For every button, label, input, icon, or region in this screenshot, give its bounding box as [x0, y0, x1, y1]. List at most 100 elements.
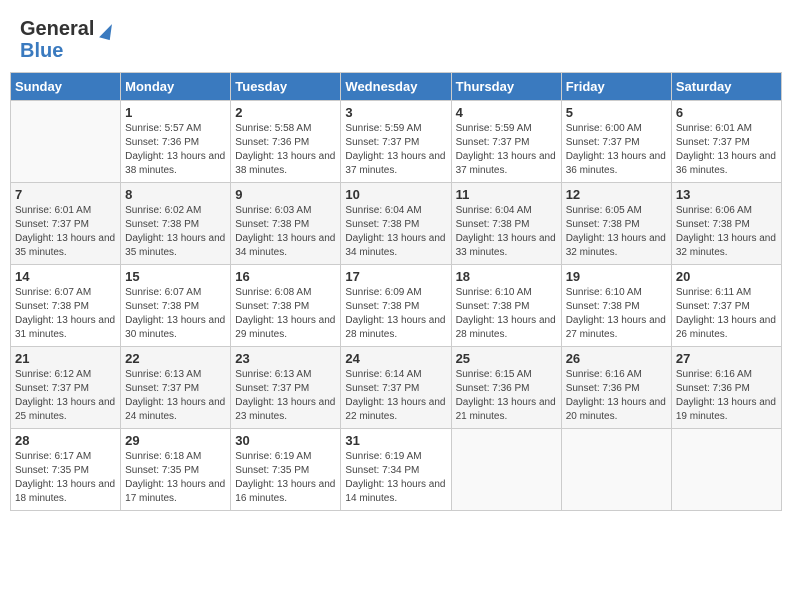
calendar-cell: 10 Sunrise: 6:04 AMSunset: 7:38 PMDayligh…: [341, 183, 451, 265]
calendar-cell: [671, 429, 781, 511]
calendar-cell: 15 Sunrise: 6:07 AMSunset: 7:38 PMDayligh…: [121, 265, 231, 347]
day-number: 1: [125, 105, 226, 120]
cell-info: Sunrise: 6:07 AMSunset: 7:38 PMDaylight:…: [125, 286, 226, 342]
calendar-cell: 6 Sunrise: 6:01 AMSunset: 7:37 PMDaylight…: [671, 101, 781, 183]
calendar-table: SundayMondayTuesdayWednesdayThursdayFrid…: [10, 72, 782, 511]
day-number: 8: [125, 187, 226, 202]
day-number: 17: [345, 269, 446, 284]
day-number: 15: [125, 269, 226, 284]
cell-info: Sunrise: 6:18 AMSunset: 7:35 PMDaylight:…: [125, 450, 226, 506]
calendar-cell: 12 Sunrise: 6:05 AMSunset: 7:38 PMDayligh…: [561, 183, 671, 265]
calendar-cell: 19 Sunrise: 6:10 AMSunset: 7:38 PMDayligh…: [561, 265, 671, 347]
day-number: 28: [15, 433, 116, 448]
weekday-header-friday: Friday: [561, 73, 671, 101]
page-header: General Blue: [10, 10, 782, 66]
cell-info: Sunrise: 6:04 AMSunset: 7:38 PMDaylight:…: [345, 204, 446, 260]
calendar-cell: 13 Sunrise: 6:06 AMSunset: 7:38 PMDayligh…: [671, 183, 781, 265]
calendar-cell: 30 Sunrise: 6:19 AMSunset: 7:35 PMDayligh…: [231, 429, 341, 511]
calendar-cell: 26 Sunrise: 6:16 AMSunset: 7:36 PMDayligh…: [561, 347, 671, 429]
cell-info: Sunrise: 6:04 AMSunset: 7:38 PMDaylight:…: [456, 204, 557, 260]
weekday-header-sunday: Sunday: [11, 73, 121, 101]
cell-info: Sunrise: 6:19 AMSunset: 7:35 PMDaylight:…: [235, 450, 336, 506]
day-number: 10: [345, 187, 446, 202]
day-number: 21: [15, 351, 116, 366]
calendar-cell: 11 Sunrise: 6:04 AMSunset: 7:38 PMDayligh…: [451, 183, 561, 265]
cell-info: Sunrise: 6:01 AMSunset: 7:37 PMDaylight:…: [15, 204, 116, 260]
day-number: 13: [676, 187, 777, 202]
calendar-cell: 29 Sunrise: 6:18 AMSunset: 7:35 PMDayligh…: [121, 429, 231, 511]
day-number: 31: [345, 433, 446, 448]
day-number: 9: [235, 187, 336, 202]
day-number: 11: [456, 187, 557, 202]
day-number: 25: [456, 351, 557, 366]
cell-info: Sunrise: 6:17 AMSunset: 7:35 PMDaylight:…: [15, 450, 116, 506]
calendar-cell: 21Sunrise: 6:12 AMSunset: 7:37 PMDayligh…: [11, 347, 121, 429]
cell-info: Sunrise: 5:58 AMSunset: 7:36 PMDaylight:…: [235, 122, 336, 178]
calendar-cell: 3Sunrise: 5:59 AMSunset: 7:37 PMDaylight…: [341, 101, 451, 183]
calendar-cell: 14 Sunrise: 6:07 AMSunset: 7:38 PMDayligh…: [11, 265, 121, 347]
weekday-header-monday: Monday: [121, 73, 231, 101]
cell-info: Sunrise: 6:11 AMSunset: 7:37 PMDaylight:…: [676, 286, 777, 342]
calendar-cell: 22 Sunrise: 6:13 AMSunset: 7:37 PMDayligh…: [121, 347, 231, 429]
cell-info: Sunrise: 6:16 AMSunset: 7:36 PMDaylight:…: [566, 368, 667, 424]
calendar-cell: 4 Sunrise: 5:59 AMSunset: 7:37 PMDaylight…: [451, 101, 561, 183]
logo-triangle-icon: [99, 22, 114, 40]
day-number: 27: [676, 351, 777, 366]
calendar-cell: [561, 429, 671, 511]
cell-info: Sunrise: 6:08 AMSunset: 7:38 PMDaylight:…: [235, 286, 336, 342]
calendar-cell: 1 Sunrise: 5:57 AMSunset: 7:36 PMDaylight…: [121, 101, 231, 183]
cell-info: Sunrise: 6:01 AMSunset: 7:37 PMDaylight:…: [676, 122, 777, 178]
day-number: 29: [125, 433, 226, 448]
day-number: 23: [235, 351, 336, 366]
cell-info: Sunrise: 6:16 AMSunset: 7:36 PMDaylight:…: [676, 368, 777, 424]
calendar-cell: [11, 101, 121, 183]
cell-info: Sunrise: 6:02 AMSunset: 7:38 PMDaylight:…: [125, 204, 226, 260]
logo-general: General: [20, 18, 94, 40]
calendar-cell: 20 Sunrise: 6:11 AMSunset: 7:37 PMDayligh…: [671, 265, 781, 347]
cell-info: Sunrise: 6:07 AMSunset: 7:38 PMDaylight:…: [15, 286, 116, 342]
calendar-cell: 25 Sunrise: 6:15 AMSunset: 7:36 PMDayligh…: [451, 347, 561, 429]
cell-info: Sunrise: 6:10 AMSunset: 7:38 PMDaylight:…: [456, 286, 557, 342]
calendar-cell: 28 Sunrise: 6:17 AMSunset: 7:35 PMDayligh…: [11, 429, 121, 511]
day-number: 22: [125, 351, 226, 366]
cell-info: Sunrise: 6:14 AMSunset: 7:37 PMDaylight:…: [345, 368, 446, 424]
day-number: 19: [566, 269, 667, 284]
logo: General Blue: [20, 18, 112, 62]
calendar-cell: 9 Sunrise: 6:03 AMSunset: 7:38 PMDaylight…: [231, 183, 341, 265]
cell-info: Sunrise: 6:13 AMSunset: 7:37 PMDaylight:…: [125, 368, 226, 424]
day-number: 26: [566, 351, 667, 366]
calendar-cell: 23 Sunrise: 6:13 AMSunset: 7:37 PMDayligh…: [231, 347, 341, 429]
calendar-cell: [451, 429, 561, 511]
cell-info: Sunrise: 6:13 AMSunset: 7:37 PMDaylight:…: [235, 368, 336, 424]
cell-info: Sunrise: 6:05 AMSunset: 7:38 PMDaylight:…: [566, 204, 667, 260]
cell-info: Sunrise: 6:19 AMSunset: 7:34 PMDaylight:…: [345, 450, 446, 506]
day-number: 24: [345, 351, 446, 366]
day-number: 30: [235, 433, 336, 448]
weekday-header-wednesday: Wednesday: [341, 73, 451, 101]
day-number: 6: [676, 105, 777, 120]
calendar-cell: 8 Sunrise: 6:02 AMSunset: 7:38 PMDaylight…: [121, 183, 231, 265]
calendar-cell: 17Sunrise: 6:09 AMSunset: 7:38 PMDayligh…: [341, 265, 451, 347]
cell-info: Sunrise: 5:59 AMSunset: 7:37 PMDaylight:…: [456, 122, 557, 178]
cell-info: Sunrise: 6:06 AMSunset: 7:38 PMDaylight:…: [676, 204, 777, 260]
calendar-cell: 2Sunrise: 5:58 AMSunset: 7:36 PMDaylight…: [231, 101, 341, 183]
calendar-cell: 5Sunrise: 6:00 AMSunset: 7:37 PMDaylight…: [561, 101, 671, 183]
cell-info: Sunrise: 6:10 AMSunset: 7:38 PMDaylight:…: [566, 286, 667, 342]
calendar-cell: 16Sunrise: 6:08 AMSunset: 7:38 PMDayligh…: [231, 265, 341, 347]
calendar-cell: 27 Sunrise: 6:16 AMSunset: 7:36 PMDayligh…: [671, 347, 781, 429]
day-number: 14: [15, 269, 116, 284]
logo-blue: Blue: [20, 40, 63, 62]
day-number: 3: [345, 105, 446, 120]
day-number: 20: [676, 269, 777, 284]
calendar-cell: 18 Sunrise: 6:10 AMSunset: 7:38 PMDayligh…: [451, 265, 561, 347]
day-number: 18: [456, 269, 557, 284]
cell-info: Sunrise: 5:57 AMSunset: 7:36 PMDaylight:…: [125, 122, 226, 178]
calendar-cell: 31 Sunrise: 6:19 AMSunset: 7:34 PMDayligh…: [341, 429, 451, 511]
day-number: 7: [15, 187, 116, 202]
cell-info: Sunrise: 6:03 AMSunset: 7:38 PMDaylight:…: [235, 204, 336, 260]
day-number: 4: [456, 105, 557, 120]
weekday-header-thursday: Thursday: [451, 73, 561, 101]
cell-info: Sunrise: 6:15 AMSunset: 7:36 PMDaylight:…: [456, 368, 557, 424]
day-number: 12: [566, 187, 667, 202]
calendar-cell: 24 Sunrise: 6:14 AMSunset: 7:37 PMDayligh…: [341, 347, 451, 429]
